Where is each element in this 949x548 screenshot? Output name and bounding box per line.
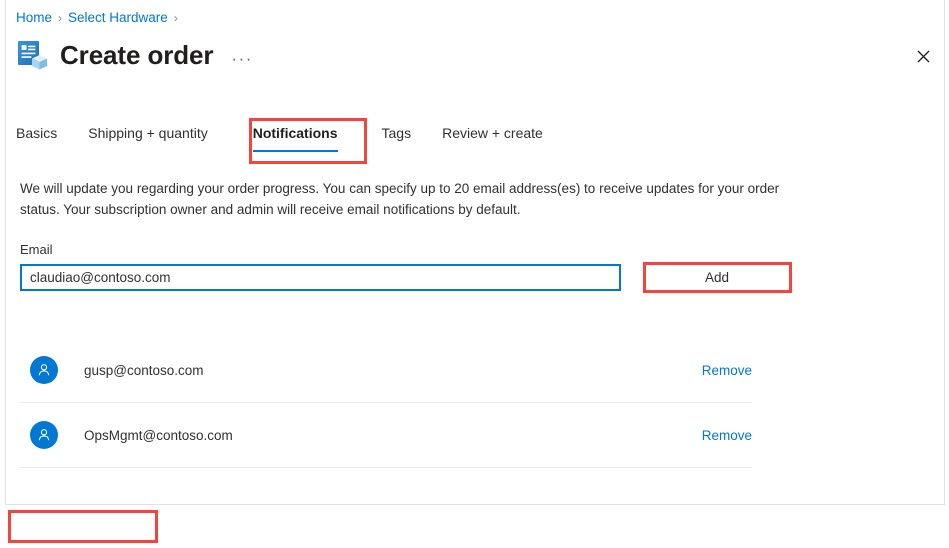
recipient-email: gusp@contoso.com (84, 362, 204, 378)
close-icon[interactable] (907, 40, 939, 72)
breadcrumb-separator-icon: › (58, 11, 63, 25)
email-field-label: Email (20, 242, 53, 257)
list-item: gusp@contoso.com Remove (20, 338, 752, 403)
order-form-box-icon (16, 38, 50, 72)
breadcrumb-separator-icon: › (173, 11, 178, 25)
more-options-icon[interactable]: ··· (231, 50, 252, 72)
create-order-blade: Home › Select Hardware › Create order ··… (0, 0, 949, 548)
person-icon (30, 356, 58, 384)
tab-label: Review + create (442, 125, 543, 141)
recipients-list: gusp@contoso.com Remove OpsMgmt@contoso.… (20, 338, 752, 468)
tab-shipping-quantity[interactable]: Shipping + quantity (88, 124, 207, 152)
breadcrumb-item-home[interactable]: Home (16, 9, 52, 27)
tab-label: Notifications (252, 125, 338, 141)
recipient-email: OpsMgmt@contoso.com (84, 427, 233, 443)
email-input[interactable] (20, 264, 621, 291)
remove-recipient-link[interactable]: Remove (702, 428, 752, 443)
tab-tags[interactable]: Tags (382, 124, 412, 152)
tab-basics[interactable]: Basics (16, 124, 57, 152)
tab-active-indicator (252, 150, 338, 152)
remove-recipient-link[interactable]: Remove (702, 363, 752, 378)
tab-label: Shipping + quantity (88, 125, 208, 141)
page-title: Create order (60, 40, 214, 70)
person-icon (30, 421, 58, 449)
tab-notifications[interactable]: Notifications (252, 124, 338, 152)
breadcrumb-item-select-hardware[interactable]: Select Hardware (68, 9, 168, 27)
add-email-button[interactable]: Add (644, 263, 790, 292)
page-title-row: Create order ··· (16, 38, 253, 72)
tab-review-create[interactable]: Review + create (442, 124, 543, 152)
wizard-tablist: Basics Shipping + quantity Notifications… (16, 124, 543, 158)
breadcrumb: Home › Select Hardware › (16, 9, 184, 27)
list-item: OpsMgmt@contoso.com Remove (20, 403, 752, 468)
tab-label: Basics (16, 125, 58, 141)
notifications-description: We will update you regarding your order … (20, 181, 780, 217)
wizard-footer: Review + create < Previous Next : Tags > (0, 505, 949, 548)
tab-label: Tags (381, 125, 412, 141)
